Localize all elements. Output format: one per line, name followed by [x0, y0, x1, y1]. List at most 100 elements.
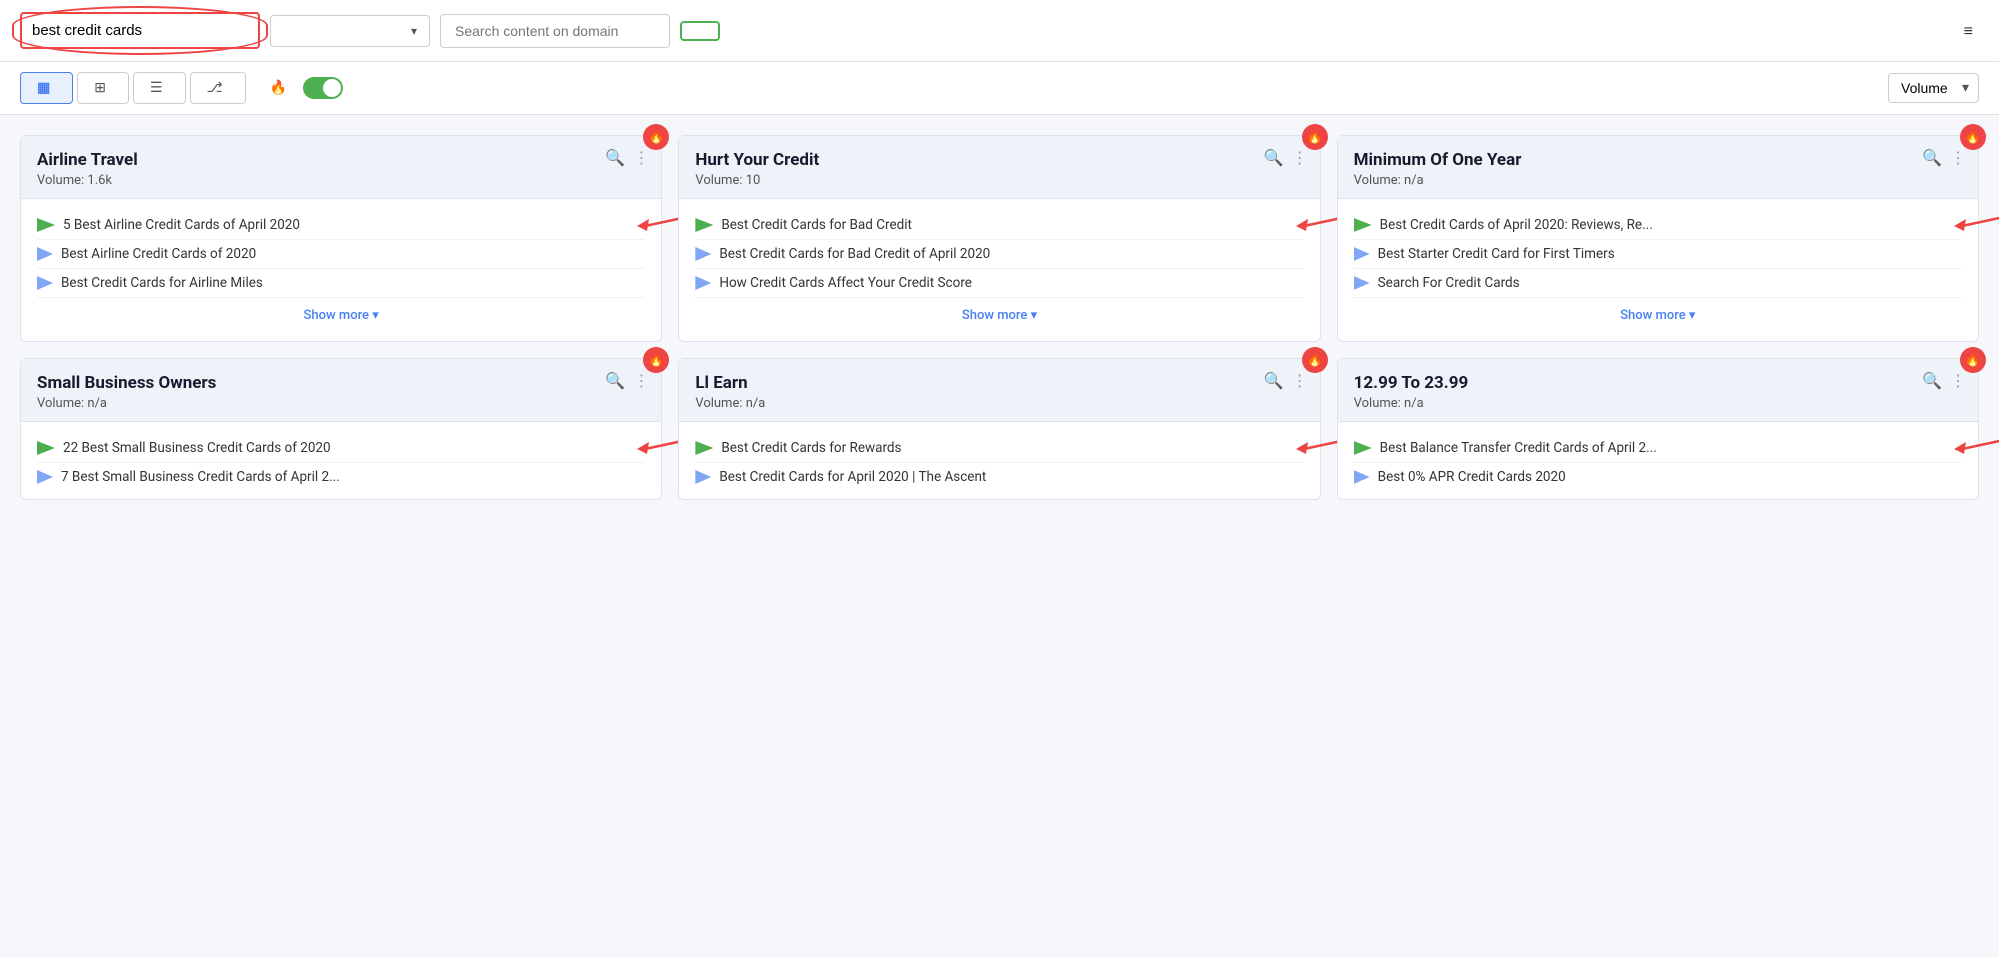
card-body: Best Credit Cards for Rewards Best Credit…: [679, 422, 1319, 499]
card-title: Small Business Owners: [37, 373, 645, 393]
blue-arrow-icon: [695, 247, 711, 261]
blue-arrow-icon: [37, 276, 53, 290]
fire-icon: 🔥: [270, 80, 287, 96]
red-arrow-annotation: [1952, 424, 1999, 464]
card-actions: 🔍⋮: [1922, 371, 1966, 390]
card-header-small-business: 🔥Small Business OwnersVolume: n/a🔍⋮: [21, 359, 661, 422]
flame-icon: 🔥: [1302, 347, 1328, 373]
card-actions: 🔍⋮: [1264, 148, 1308, 167]
card-header-airline-travel: 🔥Airline TravelVolume: 1.6k🔍⋮: [21, 136, 661, 199]
favorite-ideas-link[interactable]: ≡: [1964, 21, 1979, 41]
card-item[interactable]: Best Starter Credit Card for First Timer…: [1354, 240, 1962, 269]
card-item[interactable]: Best Airline Credit Cards of 2020: [37, 240, 645, 269]
show-more-button[interactable]: Show more ▾: [1354, 298, 1962, 333]
blue-arrow-icon: [37, 247, 53, 261]
flame-icon: 🔥: [1960, 124, 1986, 150]
get-content-ideas-button[interactable]: [680, 21, 720, 41]
tab-cards[interactable]: ▦: [20, 72, 73, 104]
more-icon[interactable]: ⋮: [1950, 371, 1966, 390]
tab-mindmap[interactable]: ⎇: [190, 72, 246, 104]
card-item[interactable]: Best Credit Cards of April 2020: Reviews…: [1354, 211, 1962, 240]
card-body: 5 Best Airline Credit Cards of April 202…: [21, 199, 661, 341]
card-body: Best Credit Cards of April 2020: Reviews…: [1338, 199, 1978, 341]
card-item[interactable]: Best Credit Cards for Rewards: [695, 434, 1303, 463]
flame-icon: 🔥: [643, 347, 669, 373]
search-icon[interactable]: 🔍: [605, 148, 625, 167]
red-arrow-annotation: [1952, 201, 1999, 241]
show-more-button[interactable]: Show more ▾: [695, 298, 1303, 333]
tab-overview[interactable]: ☰: [133, 72, 186, 104]
card-header-hurt-credit: 🔥Hurt Your CreditVolume: 10🔍⋮: [679, 136, 1319, 199]
card-volume: Volume: n/a: [695, 396, 1303, 411]
card-title: Hurt Your Credit: [695, 150, 1303, 170]
card-item[interactable]: Best 0% APR Credit Cards 2020: [1354, 463, 1962, 491]
card-body: Best Balance Transfer Credit Cards of Ap…: [1338, 422, 1978, 499]
card-item-text: Best Credit Cards for Bad Credit: [721, 217, 912, 233]
tab-explorer[interactable]: ⊞: [77, 72, 129, 104]
card-airline-travel: 🔥Airline TravelVolume: 1.6k🔍⋮5 Best Airl…: [20, 135, 662, 342]
flame-icon: 🔥: [643, 124, 669, 150]
card-item[interactable]: Best Credit Cards for Airline Miles: [37, 269, 645, 298]
green-arrow-icon: [695, 218, 713, 232]
card-hurt-credit: 🔥Hurt Your CreditVolume: 10🔍⋮Best Credit…: [678, 135, 1320, 342]
card-actions: 🔍⋮: [1922, 148, 1966, 167]
card-item[interactable]: How Credit Cards Affect Your Credit Scor…: [695, 269, 1303, 298]
more-icon[interactable]: ⋮: [1292, 371, 1308, 390]
card-item[interactable]: Best Balance Transfer Credit Cards of Ap…: [1354, 434, 1962, 463]
cards-tab-icon: ▦: [37, 80, 50, 96]
more-icon[interactable]: ⋮: [633, 371, 649, 390]
card-item[interactable]: Search For Credit Cards: [1354, 269, 1962, 298]
blue-arrow-icon: [1354, 470, 1370, 484]
blue-arrow-icon: [695, 470, 711, 484]
trending-section: 🔥: [270, 77, 343, 99]
card-item[interactable]: 5 Best Airline Credit Cards of April 202…: [37, 211, 645, 240]
header: ▾ ≡: [0, 0, 1999, 62]
card-item-text: Best Balance Transfer Credit Cards of Ap…: [1380, 440, 1657, 456]
more-icon[interactable]: ⋮: [633, 148, 649, 167]
card-item-text: Best Credit Cards of April 2020: Reviews…: [1380, 217, 1653, 233]
card-item-text: 5 Best Airline Credit Cards of April 202…: [63, 217, 300, 233]
volume-wrapper: Volume: [1888, 73, 1979, 103]
green-arrow-icon: [37, 218, 55, 232]
volume-select[interactable]: Volume: [1888, 73, 1979, 103]
trending-toggle[interactable]: [303, 77, 343, 99]
card-volume: Volume: 10: [695, 173, 1303, 188]
card-body: 22 Best Small Business Credit Cards of 2…: [21, 422, 661, 499]
card-item-text: Best Airline Credit Cards of 2020: [61, 246, 256, 262]
search-icon[interactable]: 🔍: [1264, 371, 1284, 390]
green-arrow-icon: [695, 441, 713, 455]
search-icon[interactable]: 🔍: [1922, 148, 1942, 167]
card-item[interactable]: Best Credit Cards for April 2020 | The A…: [695, 463, 1303, 491]
search-icon[interactable]: 🔍: [605, 371, 625, 390]
card-title: Ll Earn: [695, 373, 1303, 393]
card-item[interactable]: Best Credit Cards for Bad Credit of Apri…: [695, 240, 1303, 269]
overview-tab-icon: ☰: [150, 80, 163, 96]
blue-arrow-icon: [37, 470, 53, 484]
card-volume: Volume: 1.6k: [37, 173, 645, 188]
card-item-text: Best 0% APR Credit Cards 2020: [1378, 469, 1566, 485]
card-item[interactable]: 7 Best Small Business Credit Cards of Ap…: [37, 463, 645, 491]
show-more-button[interactable]: Show more ▾: [37, 298, 645, 333]
blue-arrow-icon: [695, 276, 711, 290]
tabs-bar: ▦ ⊞ ☰ ⎇ 🔥 Volume: [0, 62, 1999, 115]
blue-arrow-icon: [1354, 276, 1370, 290]
card-item-text: Best Credit Cards for Rewards: [721, 440, 901, 456]
search-input[interactable]: [20, 12, 260, 49]
search-icon[interactable]: 🔍: [1264, 148, 1284, 167]
more-icon[interactable]: ⋮: [1292, 148, 1308, 167]
more-icon[interactable]: ⋮: [1950, 148, 1966, 167]
chevron-down-icon: ▾: [411, 24, 417, 38]
card-item-text: Best Credit Cards for Airline Miles: [61, 275, 263, 291]
hamburger-icon: ≡: [1964, 21, 1973, 41]
card-item[interactable]: 22 Best Small Business Credit Cards of 2…: [37, 434, 645, 463]
card-title: 12.99 To 23.99: [1354, 373, 1962, 393]
card-item[interactable]: Best Credit Cards for Bad Credit: [695, 211, 1303, 240]
green-arrow-icon: [1354, 441, 1372, 455]
cards-grid: 🔥Airline TravelVolume: 1.6k🔍⋮5 Best Airl…: [0, 115, 1999, 520]
country-dropdown[interactable]: ▾: [270, 15, 430, 47]
card-volume: Volume: n/a: [37, 396, 645, 411]
domain-search-input[interactable]: [440, 14, 670, 48]
card-title: Minimum Of One Year: [1354, 150, 1962, 170]
card-title: Airline Travel: [37, 150, 645, 170]
search-icon[interactable]: 🔍: [1922, 371, 1942, 390]
